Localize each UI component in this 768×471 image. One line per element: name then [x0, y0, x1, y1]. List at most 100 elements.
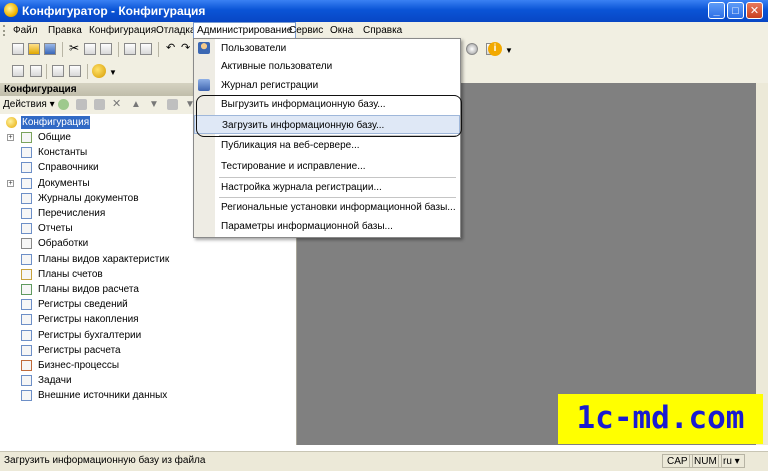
tree-item[interactable]: Обработки: [0, 236, 296, 251]
menu-administration[interactable]: Администрирование: [193, 22, 297, 39]
watermark: 1c-md.com: [558, 394, 763, 444]
menu-separator: [219, 135, 456, 136]
info-icon[interactable]: i: [488, 42, 502, 56]
language-selector[interactable]: ru ▾: [718, 454, 745, 468]
tree-item-label: Перечисления: [38, 208, 106, 219]
toolbar-separator: [62, 42, 63, 57]
tree-item-icon: [21, 284, 32, 295]
update-config-icon[interactable]: [69, 65, 81, 77]
menu-configuration[interactable]: Конфигурация: [86, 23, 159, 38]
menubar-grip: [3, 25, 7, 36]
admin-menu-item-label: Журнал регистрации: [221, 80, 319, 91]
actions-menu-button[interactable]: Действия ▾: [3, 98, 55, 112]
expand-icon[interactable]: +: [7, 134, 14, 141]
admin-menu-item[interactable]: Выгрузить информационную базу...: [194, 95, 460, 114]
admin-menu-item[interactable]: Параметры информационной базы...: [194, 217, 460, 236]
tree-item[interactable]: Регистры расчета: [0, 343, 296, 358]
tree-item-icon: [21, 375, 32, 387]
admin-menu-item[interactable]: Региональные установки информационной ба…: [194, 198, 460, 217]
maximize-button[interactable]: □: [727, 2, 744, 19]
menu-windows[interactable]: Окна: [327, 23, 356, 38]
edit-icon[interactable]: [76, 99, 87, 110]
chevron-down-icon[interactable]: ▼: [505, 46, 513, 55]
compare-config-icon[interactable]: [30, 65, 42, 77]
log-icon: [198, 79, 210, 91]
toolbar-separator: [118, 42, 119, 57]
tree-item-icon: [21, 223, 32, 235]
tree-item-label: Константы: [38, 147, 88, 159]
admin-menu-item[interactable]: Пользователи: [194, 39, 460, 58]
menu-help[interactable]: Справка: [360, 23, 405, 38]
expand-icon[interactable]: +: [7, 179, 14, 187]
tree-item-label: Общие: [38, 132, 71, 143]
save-icon[interactable]: [44, 43, 56, 55]
tree-item-label: Документы: [38, 177, 90, 189]
new-file-icon[interactable]: [12, 43, 24, 55]
preview-icon[interactable]: [140, 43, 152, 55]
tree-item-icon: [21, 268, 32, 280]
tree-item[interactable]: Регистры накопления: [0, 312, 296, 327]
admin-menu-item-label: Пользователи: [221, 43, 287, 54]
tree-item-label: Планы счетов: [38, 268, 103, 280]
tree-item-icon: [21, 390, 32, 402]
tree-item-label: Обработки: [38, 238, 89, 250]
open-folder-icon[interactable]: [28, 43, 40, 55]
tree-item[interactable]: Планы видов характеристик: [0, 252, 296, 267]
admin-menu-item[interactable]: Загрузить информационную базу...: [194, 115, 460, 134]
toolbar-separator: [87, 64, 88, 79]
paste-icon[interactable]: [100, 43, 112, 55]
admin-menu-item-label: Региональные установки информационной ба…: [221, 202, 456, 213]
vertical-scrollbar[interactable]: [756, 83, 768, 445]
app-logo-icon: [4, 3, 18, 17]
window-title: Конфигуратор - Конфигурация: [22, 4, 206, 18]
config-window-icon[interactable]: [12, 65, 24, 77]
sort-icon[interactable]: [167, 99, 178, 110]
move-down-icon[interactable]: ▼: [149, 99, 160, 110]
move-up-icon[interactable]: ▲: [131, 99, 142, 110]
tree-item[interactable]: Планы видов расчета: [0, 282, 296, 297]
delete-icon[interactable]: ✕: [112, 99, 123, 110]
start-debug-icon[interactable]: [92, 64, 106, 78]
chevron-down-icon[interactable]: ▼: [109, 68, 117, 77]
undo-icon[interactable]: ↶: [166, 43, 178, 55]
tree-item[interactable]: Регистры бухгалтерии: [0, 328, 296, 343]
tree-item-icon: [21, 162, 32, 174]
database-config-icon[interactable]: [52, 65, 64, 77]
copy-icon[interactable]: [84, 43, 96, 55]
admin-menu-item[interactable]: Тестирование и исправление...: [194, 157, 460, 176]
minimize-button[interactable]: _: [708, 2, 725, 19]
tree-item-label: Бизнес-процессы: [38, 360, 120, 371]
menu-file[interactable]: Файл: [10, 23, 41, 38]
tree-item[interactable]: Задачи: [0, 373, 296, 388]
add-icon[interactable]: [58, 99, 69, 110]
admin-menu-item-label: Тестирование и исправление...: [221, 161, 366, 172]
tree-item-icon: [21, 132, 32, 143]
tree-item-label: Регистры бухгалтерии: [38, 329, 142, 341]
admin-menu-item[interactable]: Настройка журнала регистрации...: [194, 178, 460, 197]
admin-menu-item[interactable]: Публикация на веб-сервере...: [194, 136, 460, 155]
caps-indicator: CAP: [662, 454, 693, 468]
admin-menu-item[interactable]: Активные пользователи: [194, 57, 460, 76]
tree-item[interactable]: Регистры сведений: [0, 297, 296, 312]
cut-icon[interactable]: ✂: [68, 42, 80, 55]
search-icon[interactable]: [466, 43, 478, 55]
menu-debug[interactable]: Отладка: [153, 23, 199, 38]
tree-item-label: Планы видов расчета: [38, 284, 139, 295]
tree-item-icon: [21, 177, 32, 189]
status-text: Загрузить информационную базу из файла: [4, 455, 206, 466]
copy-item-icon[interactable]: [94, 99, 105, 110]
menu-edit[interactable]: Правка: [45, 23, 85, 38]
tree-item[interactable]: Внешние источники данных: [0, 388, 296, 403]
redo-icon[interactable]: ↷: [181, 43, 193, 55]
tree-item-label: Журналы документов: [38, 192, 139, 204]
print-icon[interactable]: [124, 43, 136, 55]
admin-menu-item[interactable]: Журнал регистрации: [194, 76, 460, 95]
tree-root-label: Конфигурация: [21, 116, 91, 129]
tree-item[interactable]: Бизнес-процессы: [0, 358, 296, 373]
menu-service[interactable]: Сервис: [286, 23, 326, 38]
tree-item[interactable]: Планы счетов: [0, 267, 296, 282]
close-button[interactable]: ✕: [746, 2, 763, 19]
status-bar: Загрузить информационную базу из файла C…: [0, 451, 768, 471]
window-title-bar[interactable]: Конфигуратор - Конфигурация _ □ ✕: [0, 0, 768, 22]
tree-item-label: Справочники: [38, 162, 99, 174]
